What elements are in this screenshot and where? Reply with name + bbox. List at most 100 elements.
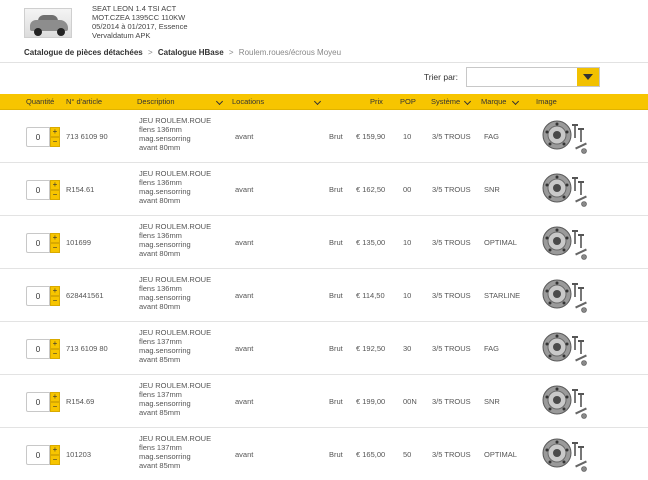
wheel-hub-icon[interactable] [540, 221, 590, 263]
price: € 192,50 [356, 344, 386, 353]
wheel-hub-icon[interactable] [540, 380, 590, 422]
decrement-button[interactable]: − [50, 190, 60, 200]
description: JEU ROULEM.ROUE flens 137mm mag.sensorri… [139, 328, 229, 364]
description-line: JEU ROULEM.ROUE [139, 381, 212, 390]
breadcrumb-separator: > [228, 48, 234, 57]
decrement-button[interactable]: − [50, 243, 60, 253]
wheel-hub-icon[interactable] [540, 168, 590, 210]
parts-table: Quantité N° d'article Description Locati… [0, 94, 648, 480]
description-line: JEU ROULEM.ROUE [139, 116, 212, 125]
quantity-stepper: + − [26, 445, 60, 465]
decrement-button[interactable]: − [50, 455, 60, 465]
wheel-hub-icon[interactable] [540, 433, 590, 475]
wheel-hub-icon[interactable] [540, 115, 590, 157]
increment-button[interactable]: + [50, 339, 60, 349]
decrement-button[interactable]: − [50, 402, 60, 412]
brand: SNR [484, 397, 500, 406]
description: JEU ROULEM.ROUE flens 136mm mag.sensorri… [139, 275, 229, 311]
quantity-input[interactable] [26, 127, 50, 147]
brand: STARLINE [484, 291, 521, 300]
description-line: mag.sensorring [139, 187, 191, 196]
location: avant [235, 450, 254, 459]
quantity-input[interactable] [26, 339, 50, 359]
increment-button[interactable]: + [50, 445, 60, 455]
decrement-button[interactable]: − [50, 296, 60, 306]
breadcrumb-separator: > [147, 48, 153, 57]
brand: OPTIMAL [484, 450, 517, 459]
table-header: Quantité N° d'article Description Locati… [0, 94, 648, 110]
system: 3/5 TROUS [432, 132, 471, 141]
increment-button[interactable]: + [50, 180, 60, 190]
table-row: + − 713 6109 90 JEU ROULEM.ROUE flens 13… [0, 110, 648, 163]
quantity-stepper: + − [26, 233, 60, 253]
quantity-input[interactable] [26, 445, 50, 465]
chevron-down-icon[interactable] [511, 97, 520, 106]
increment-button[interactable]: + [50, 286, 60, 296]
description-line: JEU ROULEM.ROUE [139, 275, 212, 284]
quantity-stepper: + − [26, 286, 60, 306]
article-number[interactable]: 713 6109 90 [66, 132, 108, 141]
pop: 10 [403, 132, 412, 141]
description-line: mag.sensorring [139, 346, 191, 355]
quantity-input[interactable] [26, 286, 50, 306]
description-line: flens 136mm [139, 178, 182, 187]
article-number[interactable]: 101699 [66, 238, 91, 247]
description-line: avant 85mm [139, 461, 181, 470]
wheel-hub-icon[interactable] [540, 274, 590, 316]
header-quantity: Quantité [26, 97, 55, 106]
system: 3/5 TROUS [432, 291, 471, 300]
article-number[interactable]: 628441561 [66, 291, 104, 300]
description-line: avant 80mm [139, 249, 181, 258]
vehicle-engine: MOT.CZEA 1395CC 110KW [92, 13, 186, 22]
brand: FAG [484, 344, 500, 353]
vehicle-header: SEAT LEON 1.4 TSI ACT MOT.CZEA 1395CC 11… [0, 0, 648, 44]
article-number[interactable]: 713 6109 80 [66, 344, 108, 353]
article-number[interactable]: 101203 [66, 450, 91, 459]
chevron-down-icon[interactable] [463, 97, 472, 106]
table-row: + − R154.61 JEU ROULEM.ROUE flens 136mm … [0, 163, 648, 216]
header-image: Image [536, 97, 557, 106]
description-line: avant 80mm [139, 143, 181, 152]
chevron-down-icon[interactable] [313, 97, 322, 106]
article-number[interactable]: R154.69 [66, 397, 94, 406]
vehicle-inspection: Verval­datum APK [92, 31, 151, 40]
quantity-input[interactable] [26, 392, 50, 412]
chevron-down-icon[interactable] [215, 97, 224, 106]
sort-select[interactable] [466, 67, 600, 87]
location: avant [235, 291, 254, 300]
description-line: mag.sensorring [139, 293, 191, 302]
quantity-input[interactable] [26, 233, 50, 253]
location: avant [235, 344, 254, 353]
price-type: Brut [329, 397, 343, 406]
description-line: flens 137mm [139, 337, 182, 346]
header-locations: Locations [232, 97, 265, 106]
description-line: flens 136mm [139, 284, 182, 293]
description-line: avant 80mm [139, 302, 181, 311]
location: avant [235, 397, 254, 406]
article-number[interactable]: R154.61 [66, 185, 94, 194]
decrement-button[interactable]: − [50, 137, 60, 147]
breadcrumb-hbase[interactable]: Catalogue HBase [158, 48, 224, 57]
wheel-hub-icon[interactable] [540, 327, 590, 369]
sort-control: Trier par: [424, 67, 600, 87]
description: JEU ROULEM.ROUE flens 136mm mag.sensorri… [139, 169, 229, 205]
price-type: Brut [329, 344, 343, 353]
increment-button[interactable]: + [50, 127, 60, 137]
price: € 162,50 [356, 185, 386, 194]
system: 3/5 TROUS [432, 450, 471, 459]
chevron-down-icon[interactable] [577, 68, 599, 86]
description-line: mag.sensorring [139, 399, 191, 408]
description-line: mag.sensorring [139, 240, 191, 249]
pop: 10 [403, 291, 412, 300]
decrement-button[interactable]: − [50, 349, 60, 359]
header-system: Système [431, 97, 461, 106]
header-description: Description [137, 97, 175, 106]
breadcrumb-catalogue[interactable]: Catalogue de pièces détachées [24, 48, 143, 57]
increment-button[interactable]: + [50, 392, 60, 402]
price: € 199,00 [356, 397, 386, 406]
increment-button[interactable]: + [50, 233, 60, 243]
description: JEU ROULEM.ROUE flens 136mm mag.sensorri… [139, 116, 229, 152]
quantity-input[interactable] [26, 180, 50, 200]
description-line: mag.sensorring [139, 134, 191, 143]
table-row: + − 628441561 JEU ROULEM.ROUE flens 136m… [0, 269, 648, 322]
